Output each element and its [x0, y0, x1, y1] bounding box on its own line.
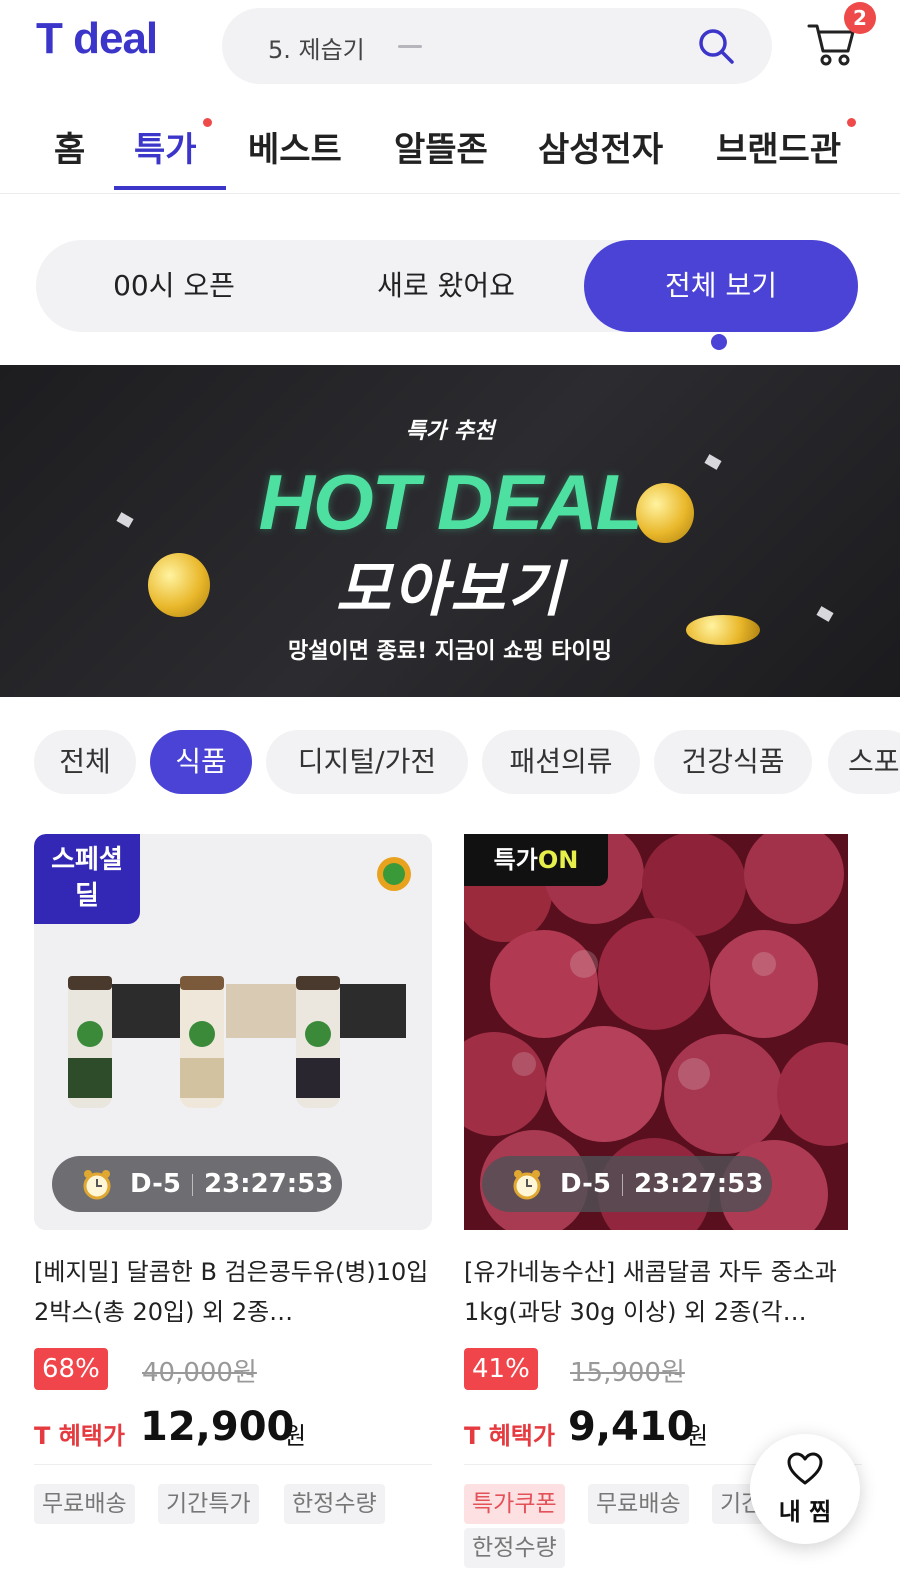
- tag-limited-quantity-1: 한정수량: [284, 1484, 385, 1524]
- nav-tab-saving-zone[interactable]: 알뜰존: [394, 122, 488, 171]
- chip-food[interactable]: 식품: [150, 730, 252, 794]
- search-rank-dash: [398, 45, 422, 48]
- nav-special-new-dot: [203, 118, 212, 127]
- nav-tab-brand[interactable]: 브랜드관: [716, 122, 841, 171]
- timer-days: D-5: [560, 1169, 611, 1199]
- nav-tab-special[interactable]: 특가: [134, 122, 197, 171]
- segment-control: 00시 오픈 새로 왔어요 전체 보기: [36, 240, 858, 332]
- segment-indicator-dot: [711, 334, 727, 350]
- tag-free-shipping-2: 무료배송: [588, 1484, 689, 1524]
- nav-active-underline: [114, 186, 226, 190]
- wishlist-button[interactable]: 내 찜: [750, 1434, 860, 1544]
- banner-kicker: 특가 추천: [405, 419, 495, 444]
- product-title-1[interactable]: [베지밀] 달콤한 B 검은콩두유(병)10입 2박스(총 20입) 외 2종…: [34, 1252, 432, 1332]
- product-image-2[interactable]: 특가ON D-5 23:27:53: [464, 834, 848, 1230]
- alarm-clock-icon: [513, 1170, 541, 1200]
- cart-count-badge: 2: [844, 2, 876, 34]
- category-chips: 전체 식품 디지털/가전 패션의류 건강식품 스포: [0, 730, 900, 800]
- chip-sports[interactable]: 스포: [828, 730, 900, 794]
- timer-time: 23:27:53: [204, 1169, 334, 1199]
- card-divider-1: [34, 1464, 432, 1465]
- alarm-clock-icon: [83, 1170, 111, 1200]
- t-price-2: 9,410: [568, 1404, 695, 1450]
- chip-health[interactable]: 건강식품: [654, 730, 812, 794]
- discount-badge-1: 68%: [34, 1348, 108, 1390]
- heart-icon: [787, 1452, 823, 1485]
- timer-separator: [192, 1174, 193, 1196]
- t-benefit-label-2: T 혜택가: [464, 1422, 555, 1450]
- chip-fashion[interactable]: 패션의류: [482, 730, 640, 794]
- tag-limited-period-1: 기간특가: [158, 1484, 259, 1524]
- coin-right-top: [636, 483, 694, 543]
- t-benefit-label-1: T 혜택가: [34, 1422, 125, 1450]
- banner-title: 모아보기: [335, 555, 565, 625]
- segment-new-arrivals[interactable]: 새로 왔어요: [308, 240, 584, 332]
- coin-left: [148, 553, 210, 617]
- special-deal-badge-line2: 딜: [75, 881, 99, 911]
- segment-view-all[interactable]: 전체 보기: [584, 240, 858, 332]
- search-keyword[interactable]: 5. 제습기: [268, 30, 365, 65]
- timer-time: 23:27:53: [634, 1169, 764, 1199]
- segment-midnight-open[interactable]: 00시 오픈: [36, 240, 312, 332]
- discount-badge-2: 41%: [464, 1348, 538, 1390]
- wishlist-label: 내 찜: [778, 1498, 832, 1526]
- special-deal-badge: 스페셜 딜: [34, 834, 140, 924]
- banner-hotdeal-text: HOT DEAL: [258, 458, 644, 546]
- tag-limited-quantity-2: 한정수량: [464, 1528, 565, 1568]
- tag-free-shipping-1: 무료배송: [34, 1484, 135, 1524]
- nav-tab-samsung[interactable]: 삼성전자: [538, 122, 663, 171]
- coin-right-bottom: [686, 615, 760, 645]
- tag-special-coupon-2: 특가쿠폰: [464, 1484, 565, 1524]
- nav-tab-best[interactable]: 베스트: [248, 122, 342, 171]
- chip-all[interactable]: 전체: [34, 730, 136, 794]
- nav-brand-new-dot: [847, 118, 856, 127]
- product-image-1[interactable]: 스페셜 딜 D-5 23:27:53: [34, 834, 432, 1230]
- app-header: T deal 5. 제습기 2: [0, 0, 900, 96]
- timer-days: D-5: [130, 1169, 181, 1199]
- special-on-badge: 특가ON: [464, 834, 608, 886]
- special-on-badge-prefix: 특가: [493, 846, 538, 874]
- search-icon[interactable]: [696, 26, 736, 66]
- timer-separator: [622, 1174, 623, 1196]
- special-deal-badge-line1: 스페셜: [51, 845, 123, 875]
- hotdeal-banner[interactable]: 특가 추천 HOT DEAL 모아보기 망설이면 종료! 지금이 쇼핑 타이밍: [0, 365, 900, 697]
- special-on-badge-suffix: ON: [537, 846, 579, 874]
- deal-timer-2: D-5 23:27:53: [482, 1156, 772, 1212]
- chip-digital[interactable]: 디지털/가전: [266, 730, 468, 794]
- search-bar[interactable]: 5. 제습기: [222, 8, 772, 84]
- original-price-1: 40,000원: [142, 1358, 257, 1388]
- tdeal-logo[interactable]: T deal: [36, 14, 158, 64]
- original-price-2: 15,900원: [570, 1358, 685, 1388]
- main-nav: 홈 특가 베스트 알뜰존 삼성전자 브랜드관: [0, 100, 900, 194]
- product-title-2[interactable]: [유가네농수산] 새콤달콤 자두 중소과 1kg(과당 30g 이상) 외 2종…: [464, 1252, 862, 1332]
- t-price-1: 12,900: [140, 1404, 295, 1450]
- price-unit-2: 원: [686, 1422, 709, 1450]
- deal-timer-1: D-5 23:27:53: [52, 1156, 342, 1212]
- price-unit-1: 원: [284, 1422, 307, 1450]
- nav-tab-home[interactable]: 홈: [54, 122, 85, 171]
- banner-subtitle: 망설이면 종료! 지금이 쇼핑 타이밍: [287, 639, 613, 664]
